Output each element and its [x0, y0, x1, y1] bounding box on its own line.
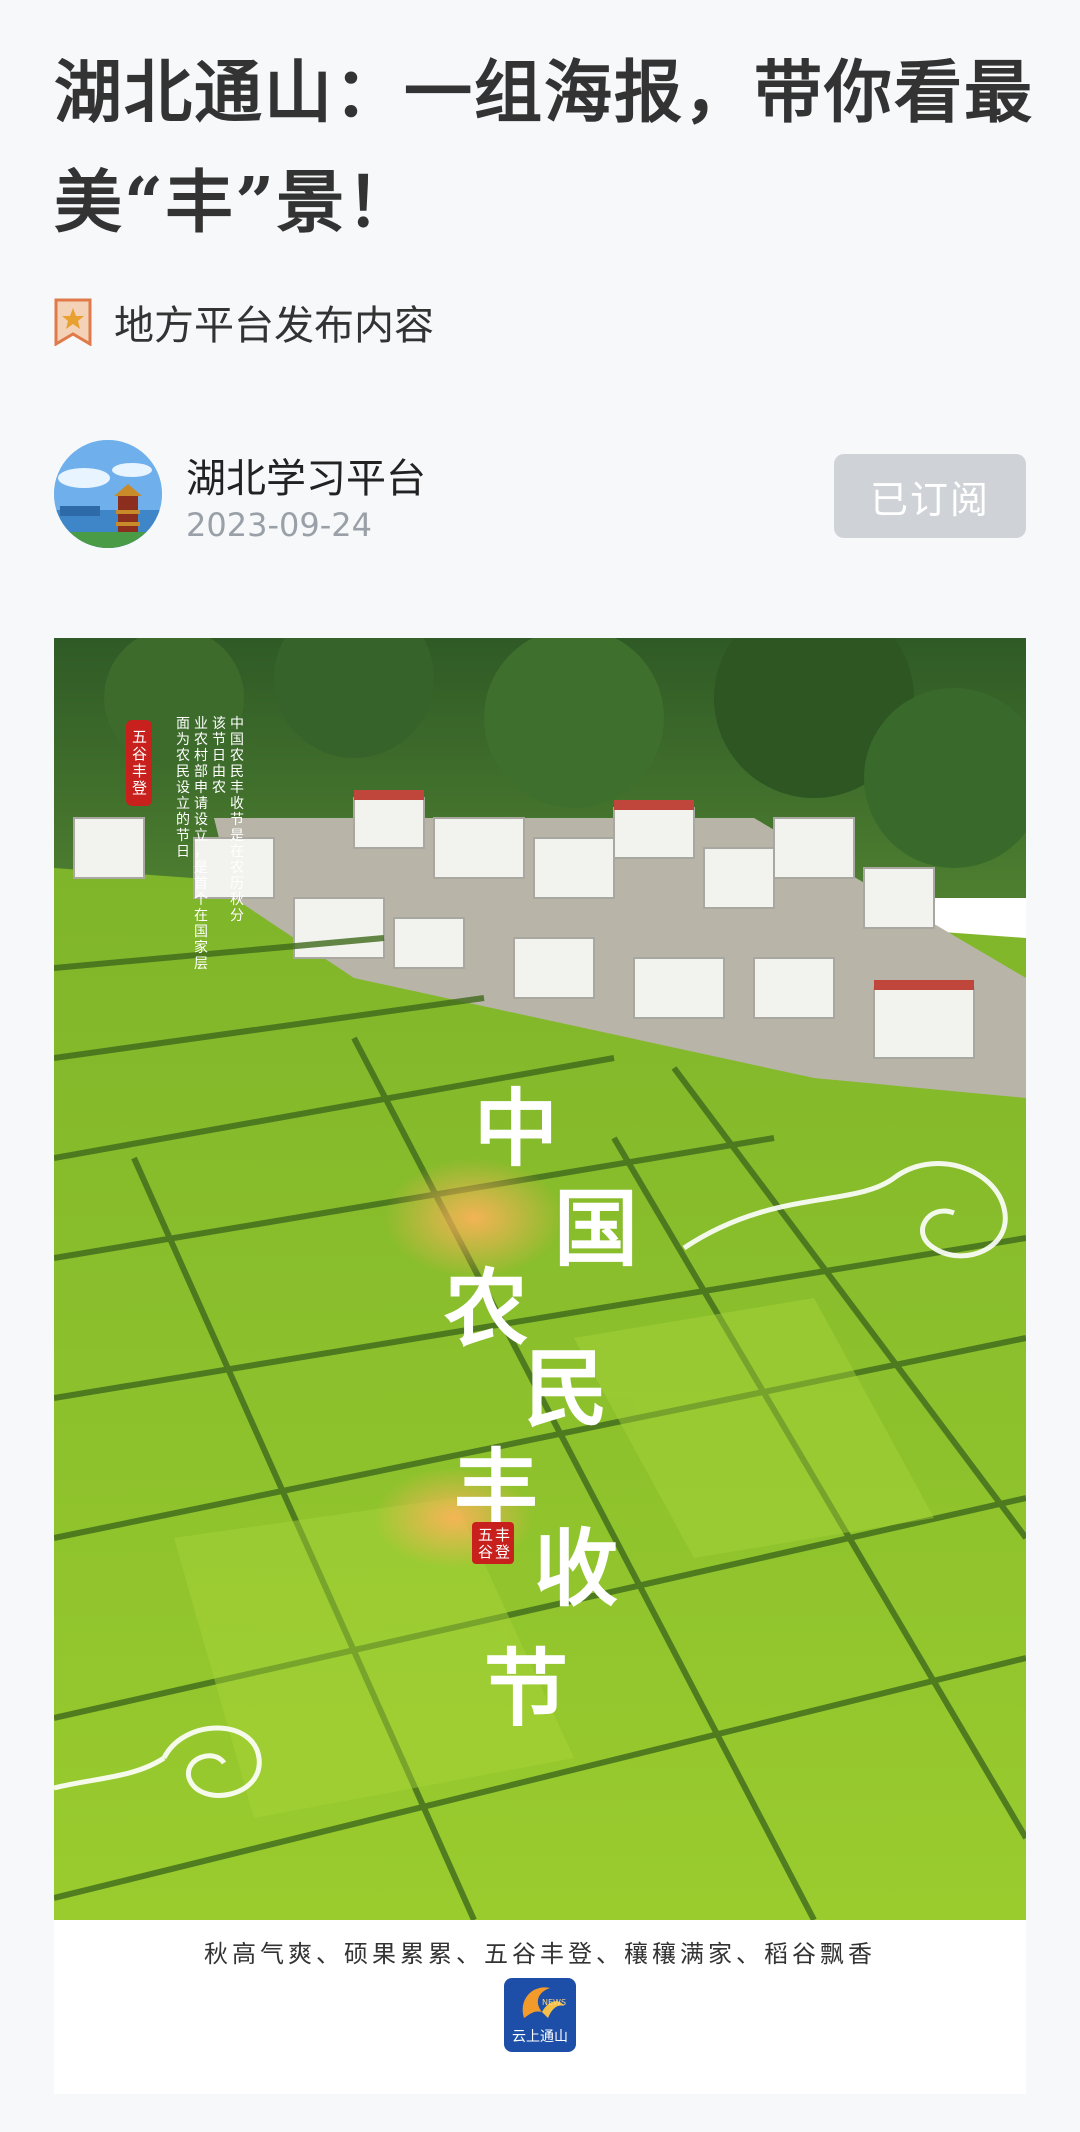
poster-vertical-char: 立: [176, 796, 190, 812]
poster-caption: 秋高气爽、硕果累累、五谷丰登、穰穰满家、稻谷飘香: [204, 1940, 876, 1968]
poster-vertical-char: 民: [230, 764, 244, 780]
source-tag-label: 地方平台发布内容: [114, 303, 434, 349]
poster-vertical-char: 为: [176, 732, 190, 748]
poster-headline-char: 收: [534, 1519, 618, 1618]
article-poster: 中国农民丰收节 中国农民丰收节是在农历秋分该节日由农业农村部申请设立，是首个在国…: [54, 638, 1026, 2094]
poster-vertical-char: 设: [194, 812, 208, 828]
source-tag: 地方平台发布内容: [54, 292, 434, 352]
seal-char: 登: [132, 779, 147, 797]
poster-vertical-char: 农: [230, 860, 244, 876]
seal-char: 丰: [132, 762, 147, 780]
poster-vertical-char: 的: [176, 812, 190, 828]
poster-vertical-char: 面: [176, 716, 190, 732]
poster-vertical-char: 节: [230, 812, 244, 828]
poster-headline-char: 节: [484, 1639, 568, 1738]
poster-headline-char: 中: [474, 1079, 558, 1178]
poster-vertical-char: 分: [230, 908, 244, 924]
poster-image: 中国农民丰收节 中国农民丰收节是在农历秋分该节日由农业农村部申请设立，是首个在国…: [54, 638, 1026, 1920]
seal-char: 谷: [478, 1543, 493, 1561]
poster-vertical-char: 业: [194, 716, 208, 732]
seal-char: 五: [478, 1526, 493, 1544]
poster-vertical-char: 农: [194, 732, 208, 748]
poster-vertical-char: 是: [194, 860, 208, 876]
logo-text: 云上通山: [512, 2029, 568, 2045]
seal-char: 丰: [495, 1526, 510, 1544]
author-bar: 湖北学习平台 2023-09-24 已订阅: [54, 440, 1026, 552]
poster-vertical-char: 村: [194, 748, 208, 764]
poster-vertical-char: 设: [176, 780, 190, 796]
poster-headline-char: 农: [444, 1259, 528, 1358]
poster-vertical-char: 民: [176, 764, 190, 780]
yunshang-tongshan-logo: NEWS 云上通山: [504, 1978, 576, 2052]
article-title: 湖北通山：一组海报，带你看最美“丰”景！: [54, 53, 1035, 243]
poster-vertical-char: 日: [176, 844, 190, 860]
subscribe-button[interactable]: 已订阅: [834, 454, 1026, 538]
poster-vertical-char: 申: [194, 780, 208, 796]
poster-vertical-char: 农: [212, 780, 226, 796]
seal-char: 五: [132, 728, 147, 746]
poster-vertical-char: ，: [194, 844, 208, 860]
poster-vertical-char: 节: [176, 828, 190, 844]
seal-char: 登: [495, 1543, 510, 1561]
star-bookmark-icon: [54, 298, 92, 347]
poster-vertical-char: 立: [194, 828, 208, 844]
author-name[interactable]: 湖北学习平台: [186, 446, 426, 504]
poster-vertical-char: 在: [230, 844, 244, 860]
seal-char: 谷: [132, 745, 147, 763]
poster-vertical-char: 丰: [230, 780, 244, 796]
poster-vertical-char: 日: [212, 748, 226, 764]
poster-vertical-char: 该: [212, 716, 226, 732]
poster-vertical-char: 历: [230, 876, 244, 892]
poster-headline-char: 民: [524, 1339, 608, 1438]
poster-vertical-char: 请: [194, 796, 208, 812]
poster-vertical-char: 国: [230, 732, 244, 748]
poster-vertical-char: 是: [230, 828, 244, 844]
poster-headline-char: 国: [554, 1179, 638, 1278]
logo-news-text: NEWS: [542, 1998, 567, 2007]
publish-date: 2023-09-24: [186, 506, 372, 544]
poster-vertical-char: 首: [194, 876, 208, 892]
poster-vertical-char: 家: [194, 939, 208, 956]
poster-vertical-char: 由: [212, 764, 226, 780]
poster-vertical-char: 个: [194, 892, 208, 908]
poster-vertical-char: 部: [194, 764, 208, 780]
poster-vertical-char: 农: [176, 748, 190, 764]
author-avatar[interactable]: [54, 440, 162, 548]
poster-vertical-char: 中: [230, 716, 244, 732]
poster-vertical-char: 在: [194, 908, 208, 924]
poster-vertical-char: 农: [230, 748, 244, 764]
poster-vertical-char: 节: [212, 732, 226, 748]
poster-vertical-char: 层: [194, 956, 208, 972]
poster-vertical-char: 收: [230, 796, 244, 812]
poster-vertical-char: 秋: [230, 892, 244, 908]
poster-vertical-char: 国: [194, 924, 208, 940]
